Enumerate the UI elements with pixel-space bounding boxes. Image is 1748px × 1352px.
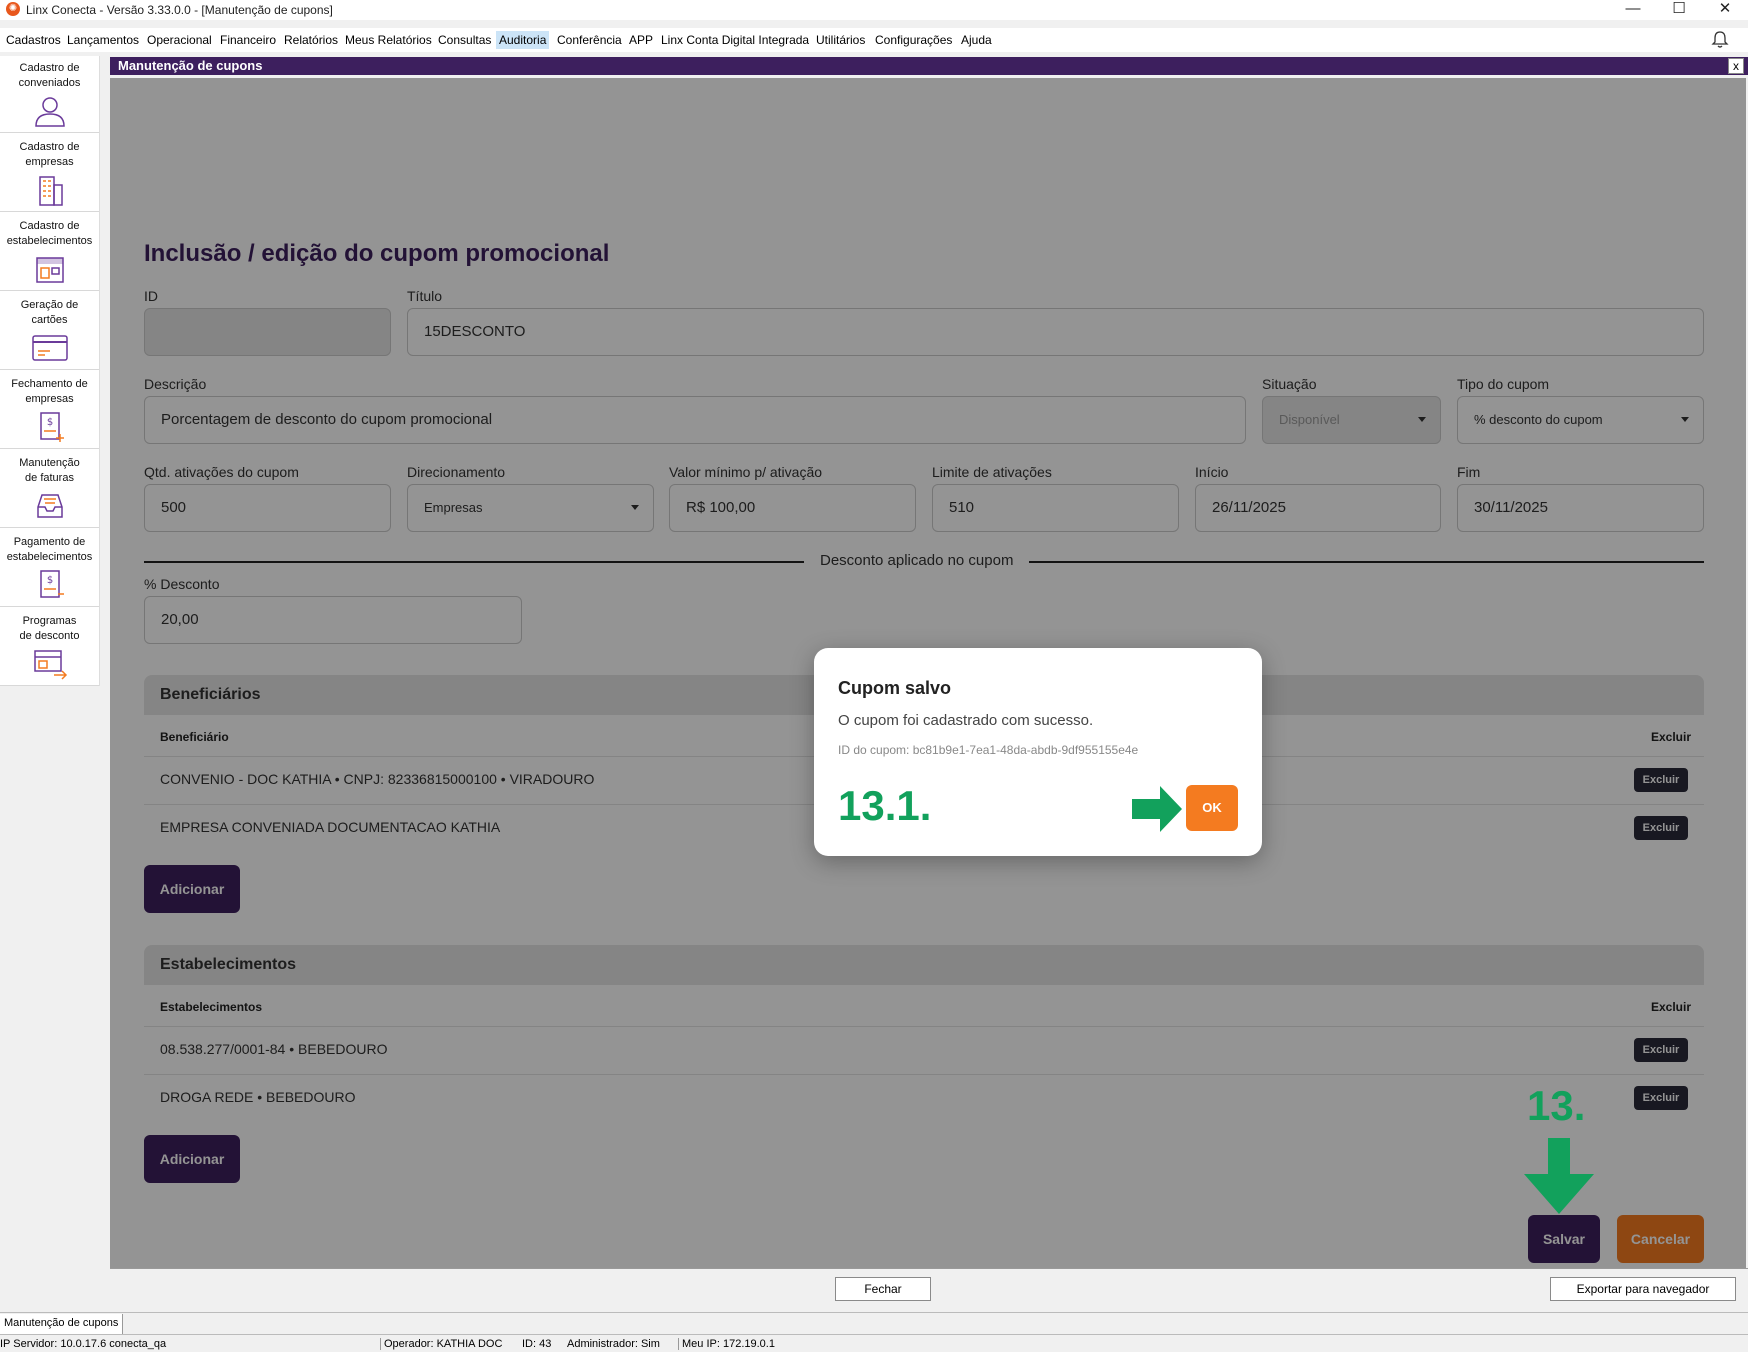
menu-financeiro[interactable]: Financeiro	[217, 31, 279, 49]
step-annotation-13-1: 13.1.	[838, 782, 932, 829]
menu-operacional[interactable]: Operacional	[144, 31, 215, 49]
coupon-saved-dialog: Cupom salvo O cupom foi cadastrado com s…	[814, 648, 1262, 856]
exportar-navegador-button[interactable]: Exportar para navegador	[1550, 1277, 1736, 1301]
window-title: Linx Conecta - Versão 3.33.0.0 - [Manute…	[26, 3, 333, 17]
invoice-icon: $	[39, 412, 64, 442]
menu-bar: Cadastros Lançamentos Operacional Financ…	[0, 28, 1748, 52]
menu-utilitarios[interactable]: Utilitários	[813, 31, 868, 49]
tab-manutencao-cupons[interactable]: Manutenção de cupons	[0, 1314, 124, 1334]
sidebar-item-label: Pagamento de	[13, 536, 86, 548]
sidebar-item-label: empresas	[25, 393, 74, 405]
status-server: IP Servidor: 10.0.17.6 conecta_qa	[0, 1338, 167, 1350]
notification-bell-icon[interactable]	[1710, 30, 1730, 50]
status-id: ID: 43	[522, 1338, 552, 1350]
status-my-ip: Meu IP: 172.19.0.1	[678, 1338, 775, 1350]
arrow-down-icon	[1524, 1138, 1594, 1214]
sidebar-item-estabelecimentos[interactable]: Cadastro de estabelecimentos	[0, 214, 99, 291]
status-admin: Administrador: Sim	[567, 1338, 660, 1350]
sidebar-item-label: de desconto	[19, 630, 80, 642]
menu-lancamentos[interactable]: Lançamentos	[64, 31, 142, 49]
sidebar: Cadastro de conveniados Cadastro de empr…	[0, 56, 100, 686]
fechar-button[interactable]: Fechar	[835, 1277, 931, 1301]
window-close-button[interactable]: ✕	[1702, 0, 1748, 20]
sidebar-item-faturas[interactable]: Manutenção de faturas	[0, 451, 99, 528]
menu-ajuda[interactable]: Ajuda	[958, 31, 995, 49]
sidebar-item-pagamento[interactable]: Pagamento de estabelecimentos $	[0, 530, 99, 607]
form-footer: Fechar Exportar para navegador	[110, 1268, 1748, 1308]
dialog-title: Cupom salvo	[838, 678, 952, 698]
ok-button[interactable]: OK	[1186, 785, 1238, 831]
form-close-button[interactable]: x	[1728, 58, 1744, 74]
sidebar-item-label: estabelecimentos	[6, 235, 93, 247]
status-bar: IP Servidor: 10.0.17.6 conecta_qa Operad…	[0, 1334, 1748, 1352]
menu-app[interactable]: APP	[626, 31, 656, 49]
menu-linx-conta-digital[interactable]: Linx Conta Digital Integrada	[658, 31, 812, 49]
discount-icon	[33, 650, 67, 680]
sidebar-item-cartoes[interactable]: Geração de cartões	[0, 293, 99, 370]
sidebar-item-label: empresas	[25, 156, 74, 168]
sidebar-item-label: Programas	[22, 615, 77, 627]
svg-text:$: $	[46, 575, 52, 586]
step-annotation-13: 13.	[1527, 1082, 1586, 1129]
sidebar-item-empresas[interactable]: Cadastro de empresas	[0, 135, 99, 212]
sidebar-item-conveniados[interactable]: Cadastro de conveniados	[0, 56, 99, 133]
sidebar-item-programas-desconto[interactable]: Programas de desconto	[0, 609, 99, 686]
inbox-icon	[36, 494, 63, 518]
building-icon	[38, 176, 63, 206]
menu-cadastros[interactable]: Cadastros	[3, 31, 64, 49]
sidebar-item-label: Cadastro de	[19, 220, 80, 232]
menu-auditoria[interactable]: Auditoria	[496, 31, 550, 49]
app-logo-icon: ✺	[6, 2, 20, 16]
menu-configuracoes[interactable]: Configurações	[872, 31, 955, 49]
sidebar-item-fechamento[interactable]: Fechamento de empresas $	[0, 372, 99, 449]
store-icon	[35, 257, 64, 283]
window-tab-bar: Manutenção de cupons	[0, 1312, 1748, 1334]
menu-consultas[interactable]: Consultas	[435, 31, 494, 49]
menu-relatorios[interactable]: Relatórios	[281, 31, 341, 49]
sidebar-item-label: estabelecimentos	[6, 551, 93, 563]
menu-meus-relatorios[interactable]: Meus Relatórios	[342, 31, 435, 49]
sidebar-item-label: Cadastro de	[19, 62, 80, 74]
sidebar-item-label: conveniados	[18, 77, 81, 89]
menu-conferencia[interactable]: Conferência	[554, 31, 625, 49]
arrow-right-icon	[1132, 786, 1182, 832]
sidebar-item-label: Fechamento de	[11, 378, 88, 390]
sidebar-item-label: Cadastro de	[19, 141, 80, 153]
status-operator: Operador: KATHIA DOC	[380, 1338, 502, 1350]
dialog-coupon-id: ID do cupom: bc81b9e1-7ea1-48da-abdb-9df…	[838, 743, 1139, 757]
sidebar-item-label: de faturas	[25, 472, 74, 484]
minimize-button[interactable]: —	[1610, 0, 1656, 20]
sidebar-item-label: Geração de	[20, 299, 79, 311]
card-icon	[31, 335, 68, 361]
person-icon	[34, 97, 65, 127]
sidebar-item-label: cartões	[31, 314, 68, 326]
payment-icon: $	[39, 570, 64, 598]
sidebar-item-label: Manutenção	[19, 457, 80, 469]
svg-text:$: $	[46, 417, 52, 428]
coupon-form-panel: Inclusão / edição do cupom promocional I…	[110, 78, 1746, 1268]
form-title-bar: Manutenção de cupons	[110, 57, 1748, 75]
maximize-button[interactable]: ☐	[1656, 0, 1702, 20]
dialog-message: O cupom foi cadastrado com sucesso.	[838, 712, 1094, 729]
window-titlebar: ✺ Linx Conecta - Versão 3.33.0.0 - [Manu…	[0, 0, 1748, 20]
